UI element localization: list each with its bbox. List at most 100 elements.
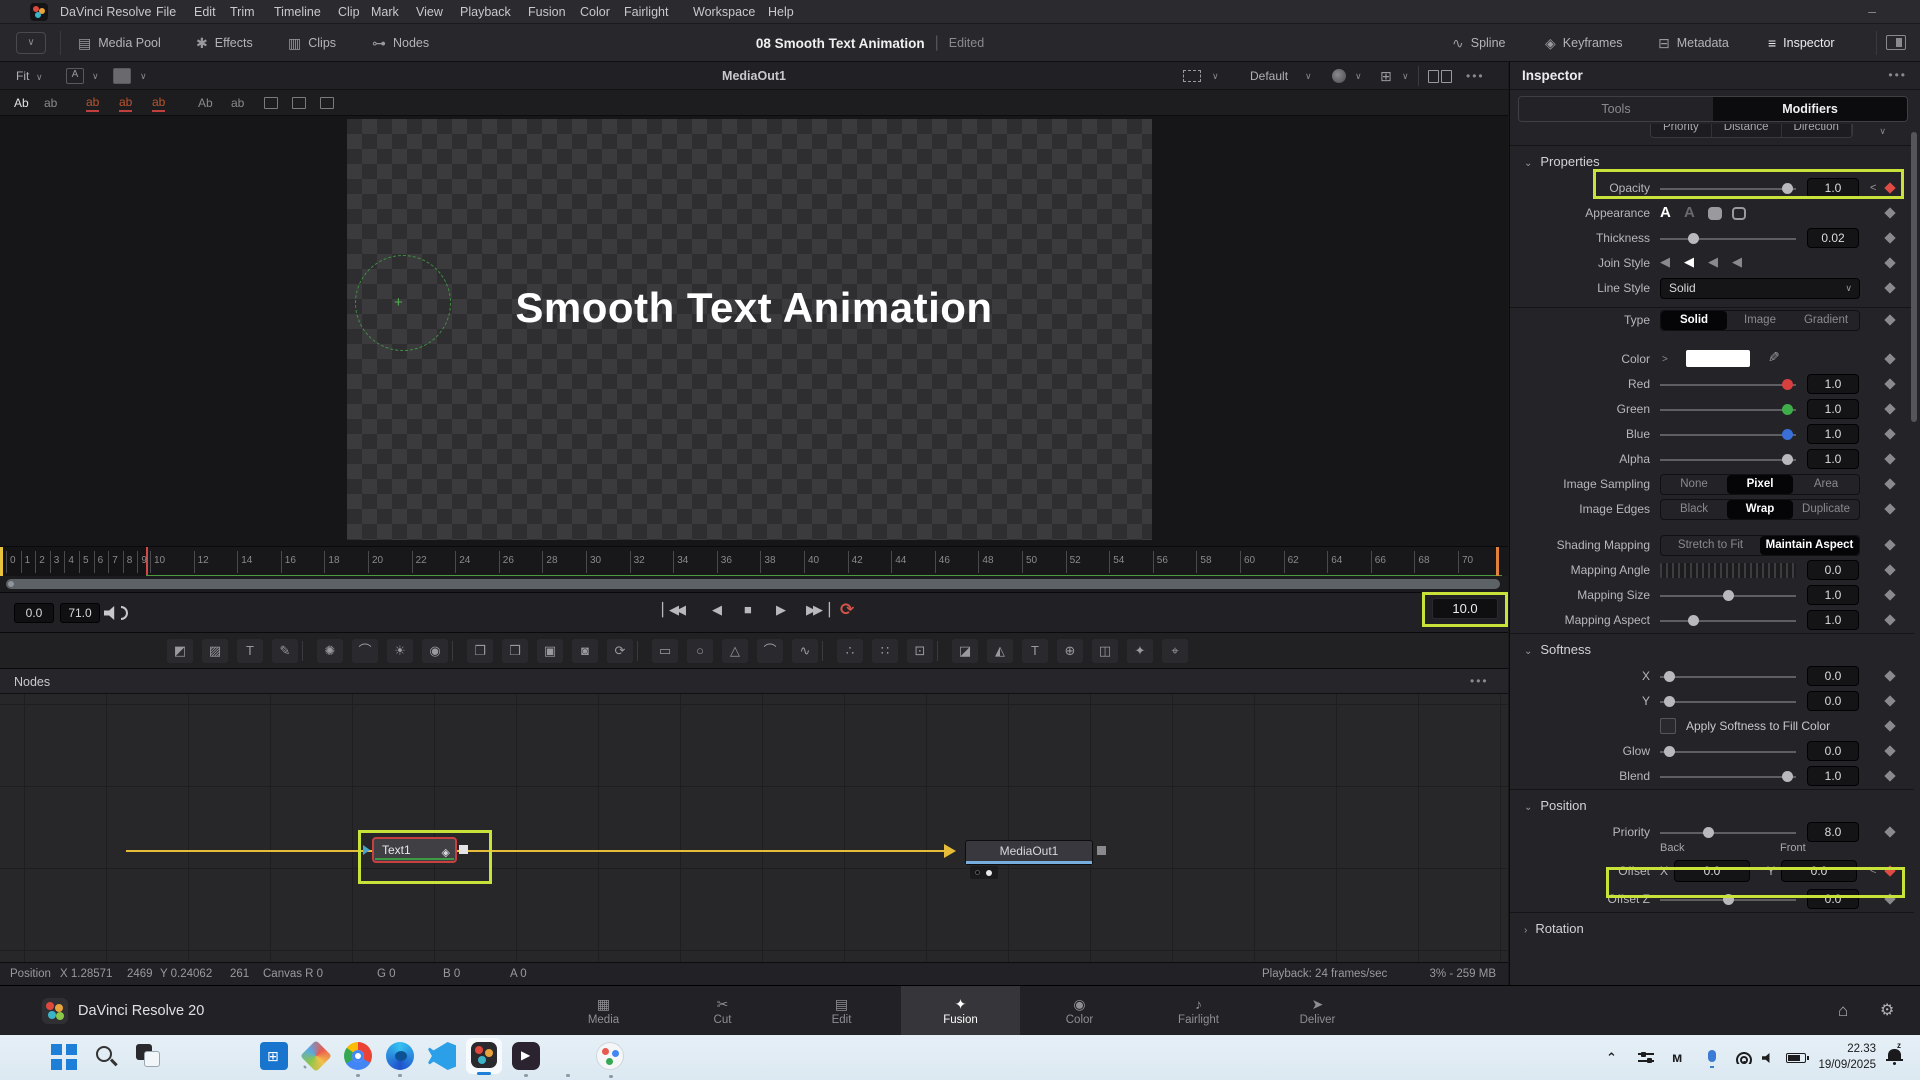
- menu-item-file[interactable]: File: [152, 0, 180, 24]
- menu-item-help[interactable]: Help: [764, 0, 798, 24]
- fusion-tool-brightness-contrast[interactable]: ☀: [387, 639, 413, 663]
- tray-chevron-icon[interactable]: ⌃: [1606, 1035, 1617, 1080]
- row-control-glow[interactable]: 0.0: [1660, 739, 1860, 764]
- value-field-softness-x[interactable]: 0.0: [1807, 666, 1859, 686]
- type-tool-1[interactable]: ab: [44, 90, 57, 116]
- fusion-tool-transform[interactable]: ⟳: [607, 639, 633, 663]
- tray-equalizer-icon[interactable]: [1638, 1052, 1654, 1064]
- menu-item-fairlight[interactable]: Fairlight: [620, 0, 672, 24]
- keyframe-diamond-icon[interactable]: [1884, 503, 1895, 514]
- toolbar-button-metadata[interactable]: ⊟Metadata: [1658, 24, 1729, 62]
- row-control-shading-mapping[interactable]: Stretch to FitMaintain Aspect: [1660, 533, 1860, 558]
- option-stretch-to-fit[interactable]: Stretch to Fit: [1661, 536, 1760, 555]
- color-expander-icon[interactable]: >: [1662, 347, 1668, 372]
- fusion-tool-camera-3d[interactable]: ⌖: [1162, 639, 1188, 663]
- slider-handle-blend[interactable]: [1782, 771, 1793, 782]
- fusion-tool-rectangle-mask[interactable]: ▭: [652, 639, 678, 663]
- row-control-color[interactable]: >✎: [1660, 347, 1860, 372]
- inspector-tab-modifiers[interactable]: Modifiers: [1713, 97, 1907, 121]
- keyframe-diamond-icon[interactable]: [1884, 232, 1895, 243]
- fusion-tool-light-3d[interactable]: ✦: [1127, 639, 1153, 663]
- taskbar-icon-vscode[interactable]: [428, 1042, 456, 1070]
- keyframe-diamond-icon[interactable]: [1884, 478, 1895, 489]
- row-control-green[interactable]: 1.0: [1660, 397, 1860, 422]
- slider-handle-mapping-aspect[interactable]: [1688, 615, 1699, 626]
- inspector-tab-tools[interactable]: Tools: [1519, 97, 1713, 121]
- clipped-option-direction[interactable]: Direction: [1782, 124, 1852, 137]
- page-tab-media[interactable]: ▦Media: [544, 986, 663, 1036]
- type-tool-6[interactable]: ab: [231, 90, 244, 116]
- join-style-icon-3[interactable]: ◀: [1732, 254, 1742, 270]
- option-image[interactable]: Image: [1727, 311, 1793, 330]
- taskbar-icon-edge[interactable]: [386, 1042, 414, 1070]
- fusion-tool-cube-3d[interactable]: ◫: [1092, 639, 1118, 663]
- join-style-icon-0[interactable]: ◀: [1660, 254, 1670, 270]
- row-control-red[interactable]: 1.0: [1660, 372, 1860, 397]
- toolbar-button-effects[interactable]: ✱Effects: [196, 24, 253, 62]
- value-field-blue[interactable]: 1.0: [1807, 424, 1859, 444]
- option-maintain-aspect[interactable]: Maintain Aspect: [1760, 536, 1859, 555]
- fusion-tool-particle-render[interactable]: ⊡: [907, 639, 933, 663]
- viewer-canvas[interactable]: + Smooth Text Animation: [0, 116, 1508, 546]
- keyframe-diamond-icon[interactable]: [1884, 695, 1895, 706]
- slider-handle-blue[interactable]: [1782, 429, 1793, 440]
- value-field-mapping-aspect[interactable]: 1.0: [1807, 610, 1859, 630]
- row-control-mapping-angle[interactable]: 0.0: [1660, 558, 1860, 583]
- option-duplicate[interactable]: Duplicate: [1793, 500, 1859, 519]
- value-field-alpha[interactable]: 1.0: [1807, 449, 1859, 469]
- toolbar-button-nodes[interactable]: ⊶Nodes: [372, 24, 429, 62]
- toolbar-button-clips[interactable]: ▥Clips: [288, 24, 336, 62]
- time-ruler[interactable]: 0123456789101214161820222426283032343638…: [0, 546, 1508, 576]
- fusion-tool-particle-emitter[interactable]: ∴: [837, 639, 863, 663]
- taskbar-icon-chrome[interactable]: [344, 1042, 372, 1070]
- checkbox-apply-softness[interactable]: [1660, 718, 1676, 734]
- page-tab-fairlight[interactable]: ♪Fairlight: [1139, 986, 1258, 1036]
- slider-handle-red[interactable]: [1782, 379, 1793, 390]
- taskbar-icon-calculator[interactable]: [554, 1042, 582, 1070]
- row-control-appearance[interactable]: AA: [1660, 201, 1860, 226]
- slider-handle-thickness[interactable]: [1688, 233, 1699, 244]
- keyframe-diamond-icon[interactable]: [1884, 314, 1895, 325]
- fusion-tool-spline-warp[interactable]: ∿: [792, 639, 818, 663]
- taskbar-icon-resolve[interactable]: [466, 1038, 502, 1074]
- type-tool-2[interactable]: ab: [86, 92, 99, 112]
- go-to-end-button[interactable]: ▶▶▕: [806, 602, 827, 618]
- keyframe-diamond-icon[interactable]: [1884, 770, 1895, 781]
- row-control-mapping-size[interactable]: 1.0: [1660, 583, 1860, 608]
- dropdown-line-style[interactable]: Solid∨: [1660, 278, 1860, 299]
- color-swatch[interactable]: [1686, 350, 1750, 367]
- roi-icon[interactable]: [1183, 70, 1201, 82]
- keyframe-diamond-icon[interactable]: [1884, 720, 1895, 731]
- row-control-image-edges[interactable]: BlackWrapDuplicate: [1660, 497, 1860, 522]
- viewer-lut-dropdown[interactable]: Default: [1250, 62, 1288, 90]
- slider-handle-mapping-size[interactable]: [1723, 590, 1734, 601]
- row-control-alpha[interactable]: 1.0: [1660, 447, 1860, 472]
- slider-handle-alpha[interactable]: [1782, 454, 1793, 465]
- option-solid[interactable]: Solid: [1661, 311, 1727, 330]
- page-tab-cut[interactable]: ✂Cut: [663, 986, 782, 1036]
- type-tool-3[interactable]: ab: [119, 92, 132, 112]
- keyframe-diamond-icon[interactable]: [1884, 745, 1895, 756]
- menu-item-playback[interactable]: Playback: [456, 0, 515, 24]
- page-tab-fusion[interactable]: ✦Fusion: [901, 986, 1020, 1036]
- mediaout1-output-connector[interactable]: [1097, 846, 1106, 855]
- taskbar-icon-start[interactable]: [50, 1042, 78, 1070]
- taskbar-icon-designer[interactable]: [300, 1040, 332, 1072]
- row-control-mapping-aspect[interactable]: 1.0: [1660, 608, 1860, 633]
- row-control-image-sampling[interactable]: NonePixelArea: [1660, 472, 1860, 497]
- slider-handle-softness-x[interactable]: [1664, 671, 1675, 682]
- option-pixel[interactable]: Pixel: [1727, 475, 1793, 494]
- row-control-thickness[interactable]: 0.02: [1660, 226, 1860, 251]
- eyedropper-icon[interactable]: ✎: [1768, 349, 1780, 366]
- keyframe-diamond-icon[interactable]: [1884, 403, 1895, 414]
- fusion-tool-shape-3d[interactable]: ◭: [987, 639, 1013, 663]
- node-mediaout1[interactable]: MediaOut1: [965, 840, 1093, 865]
- settings-gear-icon[interactable]: ⚙: [1880, 986, 1894, 1036]
- fusion-tool-particle-merge[interactable]: ∷: [872, 639, 898, 663]
- taskbar-icon-search[interactable]: [96, 1046, 112, 1062]
- inspector-scrollbar[interactable]: [1911, 132, 1917, 422]
- row-control-apply-softness[interactable]: Apply Softness to Fill Color: [1660, 714, 1860, 739]
- taskbar-icon-paint[interactable]: [596, 1042, 624, 1070]
- taskbar-icon-explorer[interactable]: [218, 1042, 246, 1070]
- dual-viewer-icon[interactable]: [1428, 70, 1439, 83]
